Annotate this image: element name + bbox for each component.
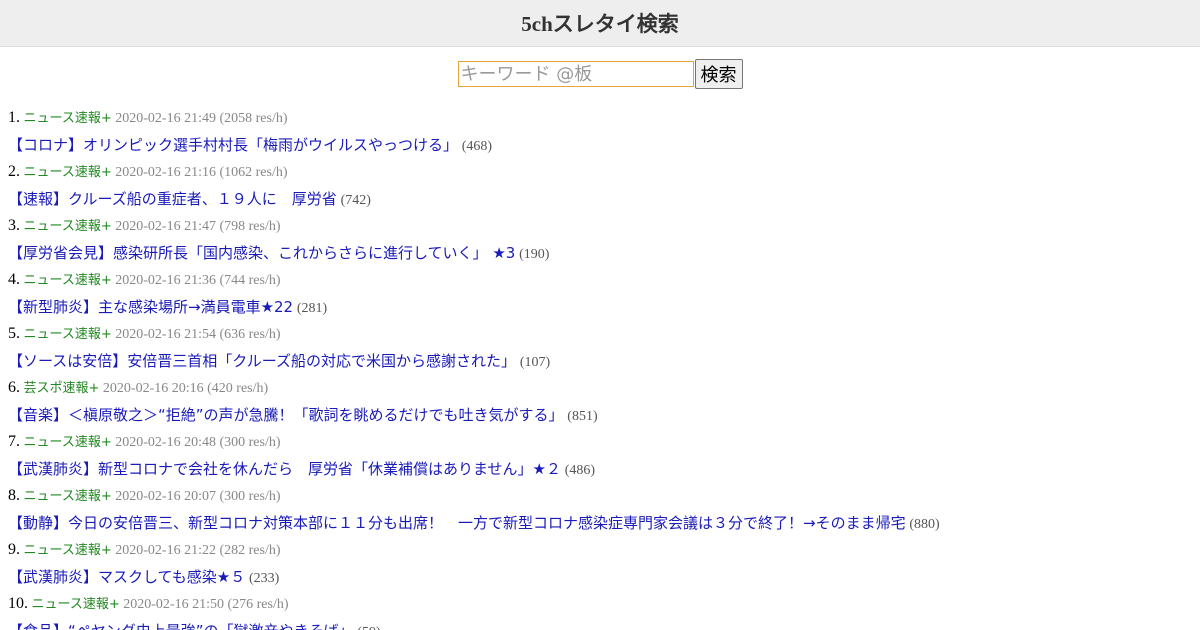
board-link[interactable]: ニュース速報+ (24, 543, 112, 558)
result-title-row: 【動静】今日の安倍晋三、新型コロナ対策本部に１１分も出席！ 一方で新型コロナ感染… (8, 509, 1200, 537)
result-meta: 3. ニュース速報+ 2020-02-16 21:47 (798 res/h) (8, 213, 1200, 239)
reply-count: (233) (249, 571, 280, 586)
result-title-row: 【速報】クルーズ船の重症者、１９人に 厚労省 (742) (8, 185, 1200, 213)
result-meta: 8. ニュース速報+ 2020-02-16 20:07 (300 res/h) (8, 483, 1200, 509)
result-rate: (276 res/h) (227, 597, 289, 612)
page-title: 5chスレタイ検索 (521, 12, 679, 36)
reply-count: (486) (564, 463, 596, 478)
thread-title-link[interactable]: 【食品】“ペヤング史上最強”の「獄激辛やきそば」 (8, 622, 354, 630)
reply-count: (59) (357, 625, 380, 630)
result-title-row: 【厚労省会見】感染研所長「国内感染、これからさらに進行していく」 ★3 (190… (8, 239, 1200, 267)
result-rate: (744 res/h) (219, 273, 281, 288)
result-rate: (1062 res/h) (219, 165, 288, 180)
result-meta: 7. ニュース速報+ 2020-02-16 20:48 (300 res/h) (8, 429, 1200, 455)
reply-count: (880) (909, 517, 940, 532)
thread-title-link[interactable]: 【武漢肺炎】マスクしても感染★５ (8, 568, 245, 586)
result-number: 3. (8, 217, 20, 234)
board-link[interactable]: ニュース速報+ (24, 273, 112, 288)
thread-title-link[interactable]: 【ソースは安倍】安倍晋三首相「クルーズ船の対応で米国から感謝された」 (8, 352, 516, 370)
result-title-row: 【武漢肺炎】マスクしても感染★５ (233) (8, 563, 1200, 591)
result-datetime: 2020-02-16 21:36 (115, 273, 216, 288)
thread-title-link[interactable]: 【武漢肺炎】新型コロナで会社を休んだら 厚労省「休業補償はありません」★２ (8, 460, 561, 478)
board-link[interactable]: ニュース速報+ (24, 327, 112, 342)
result-number: 5. (8, 325, 20, 342)
results-list: 1. ニュース速報+ 2020-02-16 21:49 (2058 res/h)… (0, 105, 1200, 630)
result-number: 6. (8, 379, 20, 396)
result-rate: (420 res/h) (207, 381, 269, 396)
result-title-row: 【コロナ】オリンピック選手村村長「梅雨がウイルスやっつける」 (468) (8, 131, 1200, 159)
result-datetime: 2020-02-16 21:22 (115, 543, 216, 558)
thread-title-link[interactable]: 【速報】クルーズ船の重症者、１９人に 厚労省 (8, 190, 337, 208)
search-button[interactable]: 検索 (694, 59, 743, 89)
result-number: 9. (8, 541, 20, 558)
result-title-row: 【音楽】＜槇原敬之＞“拒絶”の声が急騰！「歌詞を眺めるだけでも吐き気がする」 (… (8, 401, 1200, 429)
result-datetime: 2020-02-16 20:16 (102, 381, 204, 396)
result-number: 2. (8, 163, 20, 180)
thread-title-link[interactable]: 【新型肺炎】主な感染場所→満員電車★22 (8, 298, 293, 316)
result-number: 7. (8, 433, 20, 450)
result-number: 8. (8, 487, 20, 504)
result-rate: (300 res/h) (219, 435, 281, 450)
thread-title-link[interactable]: 【動静】今日の安倍晋三、新型コロナ対策本部に１１分も出席！ 一方で新型コロナ感染… (8, 514, 906, 532)
reply-count: (107) (519, 355, 551, 370)
thread-title-link[interactable]: 【音楽】＜槇原敬之＞“拒絶”の声が急騰！「歌詞を眺めるだけでも吐き気がする」 (8, 406, 564, 424)
board-link[interactable]: 芸スポ速報+ (24, 381, 100, 396)
result-datetime: 2020-02-16 21:54 (115, 327, 216, 342)
reply-count: (190) (519, 247, 550, 262)
result-title-row: 【武漢肺炎】新型コロナで会社を休んだら 厚労省「休業補償はありません」★２ (4… (8, 455, 1200, 483)
reply-count: (281) (296, 301, 328, 316)
result-title-row: 【食品】“ペヤング史上最強”の「獄激辛やきそば」 (59) (8, 617, 1200, 630)
reply-count: (468) (461, 139, 493, 154)
thread-title-link[interactable]: 【コロナ】オリンピック選手村村長「梅雨がウイルスやっつける」 (8, 136, 458, 154)
board-link[interactable]: ニュース速報+ (24, 165, 112, 180)
result-meta: 10. ニュース速報+ 2020-02-16 21:50 (276 res/h) (8, 591, 1200, 617)
result-rate: (798 res/h) (219, 219, 281, 234)
thread-title-link[interactable]: 【厚労省会見】感染研所長「国内感染、これからさらに進行していく」 ★3 (8, 244, 515, 262)
reply-count: (851) (567, 409, 598, 424)
result-title-row: 【新型肺炎】主な感染場所→満員電車★22 (281) (8, 293, 1200, 321)
board-link[interactable]: ニュース速報+ (24, 435, 112, 450)
result-meta: 9. ニュース速報+ 2020-02-16 21:22 (282 res/h) (8, 537, 1200, 563)
result-meta: 4. ニュース速報+ 2020-02-16 21:36 (744 res/h) (8, 267, 1200, 293)
result-number: 4. (8, 271, 20, 288)
result-datetime: 2020-02-16 21:47 (115, 219, 216, 234)
board-link[interactable]: ニュース速報+ (24, 219, 112, 234)
board-link[interactable]: ニュース速報+ (24, 111, 112, 126)
board-link[interactable]: ニュース速報+ (32, 597, 120, 612)
result-datetime: 2020-02-16 21:16 (115, 165, 216, 180)
result-number: 1. (8, 109, 20, 126)
search-input[interactable] (457, 61, 694, 87)
board-link[interactable]: ニュース速報+ (24, 489, 112, 504)
result-datetime: 2020-02-16 21:49 (115, 111, 216, 126)
result-meta: 5. ニュース速報+ 2020-02-16 21:54 (636 res/h) (8, 321, 1200, 347)
result-meta: 2. ニュース速報+ 2020-02-16 21:16 (1062 res/h) (8, 159, 1200, 185)
result-meta: 1. ニュース速報+ 2020-02-16 21:49 (2058 res/h) (8, 105, 1200, 131)
result-number: 10. (8, 595, 28, 612)
reply-count: (742) (340, 193, 371, 208)
result-datetime: 2020-02-16 21:50 (123, 597, 224, 612)
result-meta: 6. 芸スポ速報+ 2020-02-16 20:16 (420 res/h) (8, 375, 1200, 401)
result-datetime: 2020-02-16 20:07 (115, 489, 216, 504)
result-title-row: 【ソースは安倍】安倍晋三首相「クルーズ船の対応で米国から感謝された」 (107) (8, 347, 1200, 375)
result-rate: (300 res/h) (219, 489, 281, 504)
search-form: 検索 (0, 59, 1200, 89)
result-rate: (2058 res/h) (219, 111, 288, 126)
result-rate: (636 res/h) (219, 327, 281, 342)
page-header: 5chスレタイ検索 (0, 0, 1200, 47)
result-rate: (282 res/h) (219, 543, 281, 558)
result-datetime: 2020-02-16 20:48 (115, 435, 216, 450)
